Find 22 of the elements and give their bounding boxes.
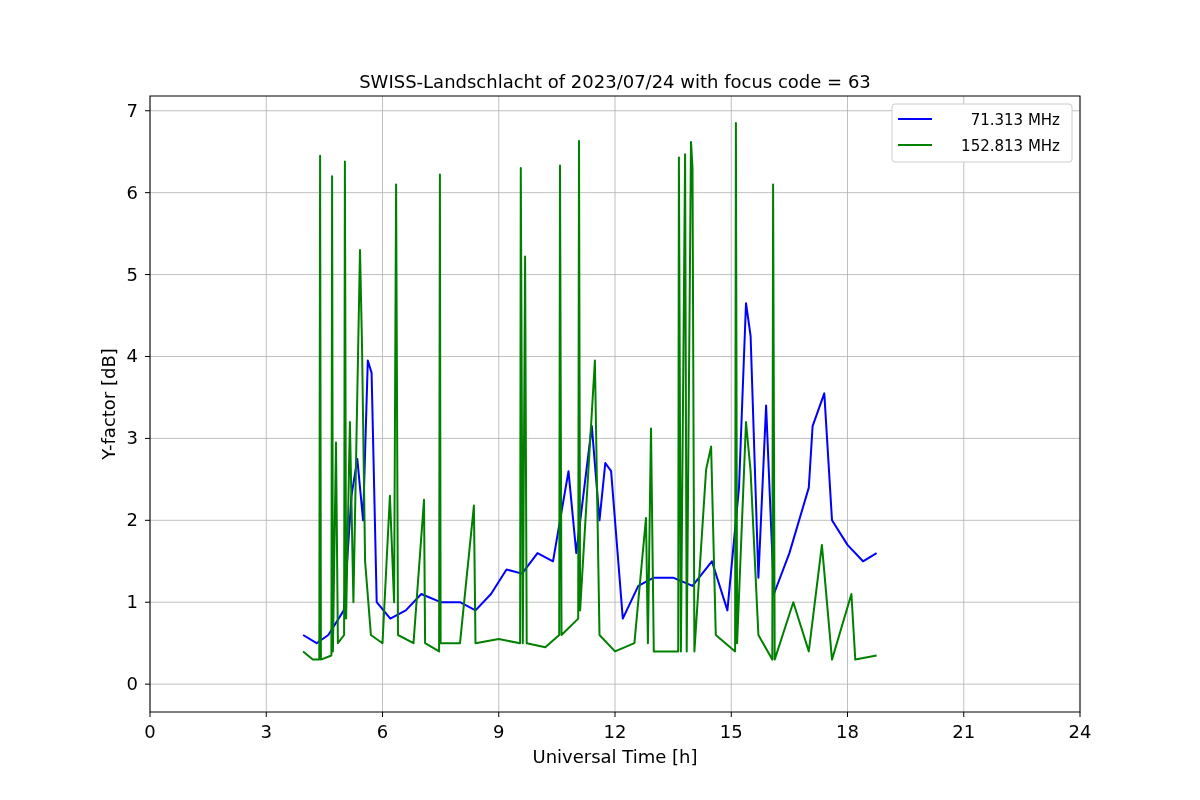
tick-label: 3 — [260, 721, 272, 742]
tick-label: 7 — [126, 99, 138, 121]
tick-label: 1 — [126, 591, 138, 613]
tick-label: 21 — [952, 721, 976, 742]
tick-label: 6 — [376, 721, 389, 742]
x-axis-label: Universal Time [h] — [532, 746, 698, 767]
tick-label: 15 — [719, 721, 743, 742]
tick-label: 4 — [126, 345, 138, 367]
tick-label: 6 — [126, 181, 138, 203]
legend-label: 71.313 MHz — [970, 111, 1060, 129]
y-axis-label: Y-factor [dB] — [98, 348, 119, 460]
tick-label: 5 — [126, 263, 138, 285]
tick-label: 3 — [126, 427, 138, 449]
tick-label: 18 — [836, 721, 859, 742]
tick-label: 0 — [144, 721, 156, 742]
legend-label: 152.813 MHz — [961, 137, 1060, 155]
tick-label: 9 — [493, 721, 505, 742]
tick-label: 12 — [603, 721, 627, 742]
tick-label: 24 — [1068, 721, 1092, 742]
tick-label: 0 — [126, 673, 138, 695]
chart-title: SWISS-Landschlacht of 2023/07/24 with focus code = 63 — [359, 71, 871, 92]
tick-label: 2 — [126, 509, 138, 531]
